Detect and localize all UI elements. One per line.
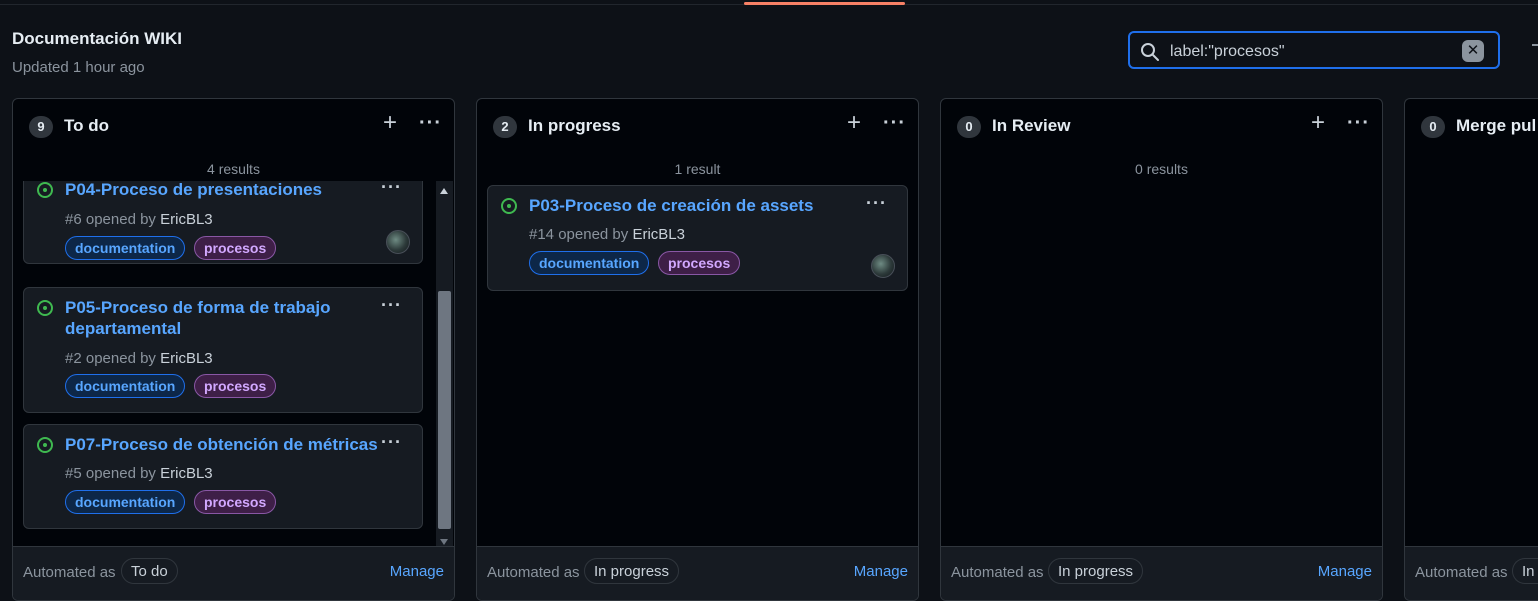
scroll-up-icon[interactable]	[440, 188, 448, 194]
issue-author-link[interactable]: EricBL3	[160, 350, 213, 367]
column-footer: Automated as In	[1405, 546, 1538, 600]
issue-card[interactable]: P03-Proceso de creación de assets ··· #1…	[487, 185, 908, 291]
issue-card[interactable]: P05-Proceso de forma de trabajo departam…	[23, 287, 423, 413]
column-footer: Automated as In progress Manage	[941, 546, 1382, 600]
issue-card[interactable]: P04-Proceso de presentaciones ··· #6 ope…	[23, 181, 423, 264]
column-footer: Automated as In progress Manage	[477, 546, 918, 600]
column-in-review: 0 In Review + ··· 0 results Automated as…	[940, 98, 1383, 601]
card-list: P04-Proceso de presentaciones ··· #6 ope…	[23, 181, 425, 550]
card-menu-button[interactable]: ···	[381, 432, 402, 453]
column-header: 9 To do + ···	[13, 99, 454, 153]
add-item-button[interactable]: +	[383, 111, 397, 135]
manage-automation-link[interactable]: Manage	[1318, 563, 1372, 580]
label-procesos[interactable]: procesos	[194, 236, 277, 260]
column-count-badge: 2	[493, 116, 517, 138]
project-updated: Updated 1 hour ago	[12, 59, 145, 76]
issue-number: #2	[65, 350, 82, 367]
automation-text: Automated as	[23, 564, 116, 581]
assignee-avatar[interactable]	[386, 230, 410, 254]
overflow-chevron-icon[interactable]	[1532, 44, 1538, 46]
issue-number: #6	[65, 211, 82, 228]
card-list-scrollbar[interactable]	[436, 181, 453, 550]
column-results-count: 4 results	[207, 161, 260, 177]
label-documentation[interactable]: documentation	[65, 236, 186, 260]
automation-text: Automated as	[487, 564, 580, 581]
card-menu-button[interactable]: ···	[381, 295, 402, 316]
column-title: To do	[64, 116, 109, 135]
column-results-count: 0 results	[1135, 161, 1188, 177]
column-results-count: 1 result	[674, 161, 721, 177]
issue-author-link[interactable]: EricBL3	[160, 211, 213, 228]
issue-number: #14	[529, 226, 555, 243]
issue-title-link[interactable]: P05-Proceso de forma de trabajo departam…	[65, 297, 365, 339]
filter-search-input[interactable]: label:"procesos" ✕	[1128, 31, 1500, 69]
clear-search-button[interactable]: ✕	[1462, 40, 1484, 62]
column-header: 2 In progress + ···	[477, 99, 918, 153]
add-item-button[interactable]: +	[1311, 111, 1325, 135]
label-procesos[interactable]: procesos	[658, 251, 741, 275]
manage-automation-link[interactable]: Manage	[390, 563, 444, 580]
issue-author-link[interactable]: EricBL3	[632, 226, 685, 243]
open-issue-icon	[37, 182, 53, 198]
automation-text: Automated as	[951, 564, 1044, 581]
column-title: In Review	[992, 116, 1071, 135]
column-menu-button[interactable]: ···	[1347, 111, 1370, 135]
column-header: 0 Merge pul	[1405, 99, 1538, 153]
tab-bar-underline	[0, 0, 1538, 5]
column-menu-button[interactable]: ···	[419, 111, 442, 135]
add-item-button[interactable]: +	[847, 111, 861, 135]
label-documentation[interactable]: documentation	[65, 374, 186, 398]
label-documentation[interactable]: documentation	[529, 251, 650, 275]
automation-badge: In progress	[584, 558, 680, 584]
card-menu-button[interactable]: ···	[866, 193, 887, 214]
card-menu-button[interactable]: ···	[381, 181, 402, 198]
issue-meta: #6 opened by EricBL3	[65, 211, 213, 228]
column-title: In progress	[528, 116, 621, 135]
column-count-badge: 0	[957, 116, 981, 138]
manage-automation-link[interactable]: Manage	[854, 563, 908, 580]
issue-title-link[interactable]: P04-Proceso de presentaciones	[65, 181, 365, 200]
issue-number: #5	[65, 465, 82, 482]
column-header: 0 In Review + ···	[941, 99, 1382, 153]
issue-opened-by: opened by	[85, 465, 156, 482]
open-issue-icon	[37, 437, 53, 453]
issue-meta: #5 opened by EricBL3	[65, 465, 213, 482]
label-documentation[interactable]: documentation	[65, 490, 186, 514]
open-issue-icon	[37, 300, 53, 316]
label-procesos[interactable]: procesos	[194, 374, 277, 398]
scroll-down-icon[interactable]	[440, 539, 448, 545]
issue-meta: #14 opened by EricBL3	[529, 226, 685, 243]
issue-card[interactable]: P07-Proceso de obtención de métricas ···…	[23, 424, 423, 529]
column-count-badge: 0	[1421, 116, 1445, 138]
column-in-progress: 2 In progress + ··· 1 result P03-Proceso…	[476, 98, 919, 601]
label-procesos[interactable]: procesos	[194, 490, 277, 514]
assignee-avatar[interactable]	[871, 254, 895, 278]
scrollbar-thumb[interactable]	[438, 291, 451, 529]
issue-author-link[interactable]: EricBL3	[160, 465, 213, 482]
issue-title-link[interactable]: P03-Proceso de creación de assets	[529, 195, 849, 216]
issue-opened-by: opened by	[85, 350, 156, 367]
open-issue-icon	[501, 198, 517, 214]
search-icon	[1141, 43, 1159, 61]
column-todo: 9 To do + ··· 4 results P04-Proceso de p…	[12, 98, 455, 601]
search-query-text[interactable]: label:"procesos"	[1170, 43, 1285, 61]
issue-opened-by: opened by	[558, 226, 629, 243]
issue-title-link[interactable]: P07-Proceso de obtención de métricas	[65, 434, 385, 455]
column-title: Merge pul	[1456, 116, 1537, 135]
automation-badge: In	[1512, 558, 1538, 584]
automation-text: Automated as	[1415, 564, 1508, 581]
active-tab-indicator	[744, 2, 905, 5]
project-title: Documentación WIKI	[12, 29, 183, 48]
column-footer: Automated as To do Manage	[13, 546, 454, 600]
column-menu-button[interactable]: ···	[883, 111, 906, 135]
issue-meta: #2 opened by EricBL3	[65, 350, 213, 367]
column-count-badge: 9	[29, 116, 53, 138]
column-merge-pull: 0 Merge pul Automated as In	[1404, 98, 1538, 601]
automation-badge: To do	[121, 558, 178, 584]
issue-opened-by: opened by	[85, 211, 156, 228]
automation-badge: In progress	[1048, 558, 1144, 584]
